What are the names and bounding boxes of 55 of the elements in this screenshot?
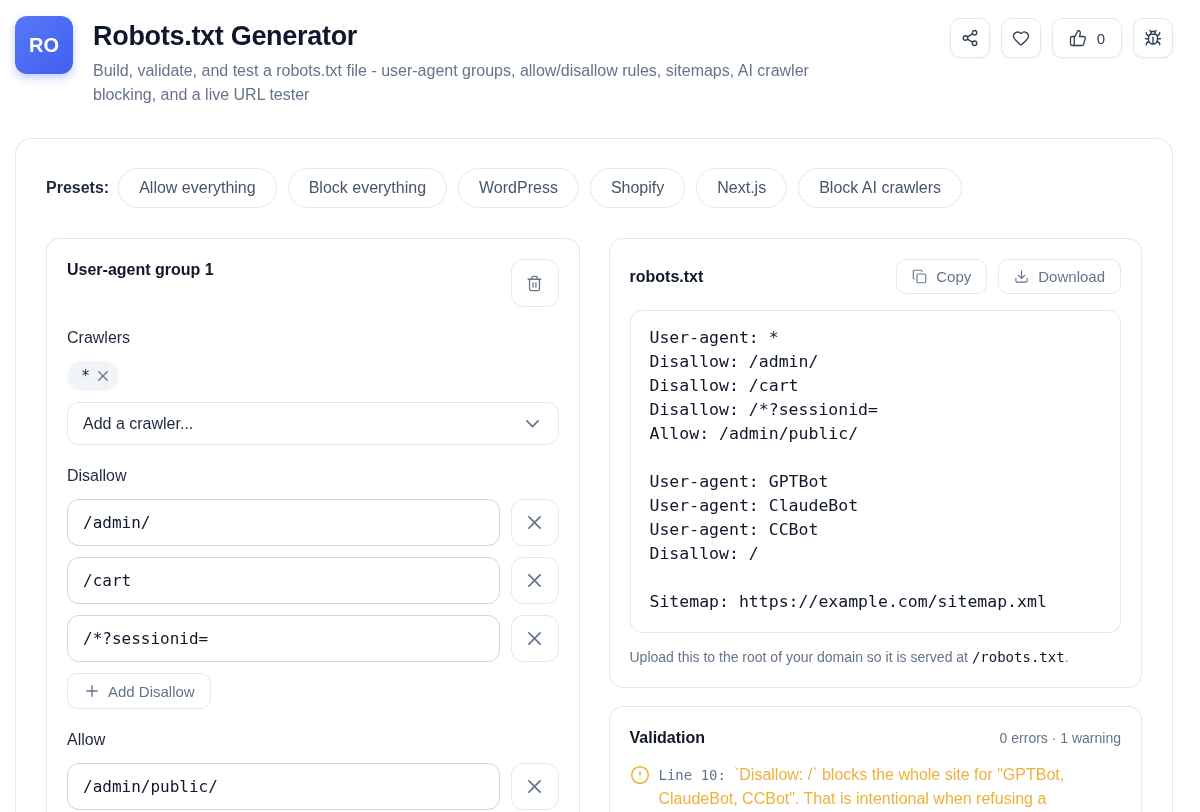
thumbs-up-icon <box>1068 29 1087 47</box>
validation-summary: 0 errors · 1 warning <box>999 730 1121 746</box>
report-bug-button[interactable] <box>1133 18 1173 58</box>
warning-message: Line 10: `Disallow: /` blocks the whole site for "GPTBot, ClaudeBot, CCBot". That is intentional when refusing a <box>658 765 1066 809</box>
robots-txt-preview: User-agent: * Disallow: /admin/ Disallow: /cart Disallow: /*?sessionid= Allow: /admin/public/ User-agent: GPTBot User-agent: ClaudeBot User-agent: CCBot Disallow: / Sitemap: https://example.com/sitemap.xml <box>629 310 1121 633</box>
trash-icon <box>526 274 543 292</box>
rule-path-field[interactable]: /admin/public/ <box>67 763 500 810</box>
share-icon <box>960 29 979 47</box>
app-logo: RO <box>15 16 73 74</box>
download-button[interactable]: Download <box>998 259 1121 294</box>
remove-rule-button[interactable] <box>510 615 559 662</box>
rule-path-field[interactable]: /admin/ <box>67 499 500 546</box>
group-title: User-agent group 1 <box>67 260 214 280</box>
download-icon <box>1014 269 1030 284</box>
rule-section-label: Allow <box>67 730 106 750</box>
crawlers-label: Crawlers <box>67 328 131 348</box>
preset-button[interactable]: Next.js <box>696 168 788 208</box>
plus-icon <box>86 685 98 697</box>
preset-button[interactable]: Shopify <box>589 168 686 208</box>
presets-label: Presets: <box>46 179 110 197</box>
rule-section-label: Disallow <box>67 466 127 486</box>
like-count: 0 <box>1096 29 1105 47</box>
add-rule-button[interactable]: Add Disallow <box>67 673 211 709</box>
remove-rule-button[interactable] <box>510 557 559 604</box>
page-title: Robots.txt Generator <box>93 20 359 53</box>
close-icon <box>528 632 541 645</box>
preset-button[interactable]: Block everything <box>287 168 448 208</box>
upload-note: Upload this to the root of your domain so it is served at /robots.txt. <box>629 648 1070 667</box>
preset-button[interactable]: WordPress <box>458 168 579 208</box>
heart-icon <box>1011 29 1030 47</box>
favorite-button[interactable] <box>1000 18 1041 58</box>
remove-rule-button[interactable] <box>510 763 559 810</box>
bug-icon <box>1144 29 1162 47</box>
copy-button[interactable]: Copy <box>896 259 988 294</box>
like-button[interactable]: 0 <box>1051 18 1122 58</box>
page-description: Build, validate, and test a robots.txt file - user-agent groups, allow/disallow rules, sitemaps, AI crawler blocking, and a live URL tester <box>93 61 810 105</box>
copy-icon <box>912 269 928 284</box>
delete-group-button[interactable] <box>510 259 559 307</box>
share-button[interactable] <box>949 18 990 58</box>
preset-button[interactable]: Block AI crawlers <box>798 168 962 208</box>
crawler-name: * <box>81 367 91 385</box>
remove-crawler-button[interactable] <box>98 371 109 381</box>
close-icon <box>528 780 541 793</box>
rule-path-field[interactable]: /cart <box>67 557 500 604</box>
close-icon <box>98 371 109 381</box>
validation-title: Validation <box>629 728 706 748</box>
preset-button[interactable]: Allow everything <box>118 168 277 208</box>
chevron-down-icon <box>525 420 539 428</box>
crawler-select[interactable]: Add a crawler... <box>67 402 559 445</box>
output-title: robots.txt <box>629 266 704 287</box>
rule-path-field[interactable]: /*?sessionid= <box>67 615 500 662</box>
remove-rule-button[interactable] <box>510 499 559 546</box>
close-icon <box>528 516 541 529</box>
close-icon <box>528 574 541 587</box>
warning-icon <box>629 765 650 785</box>
